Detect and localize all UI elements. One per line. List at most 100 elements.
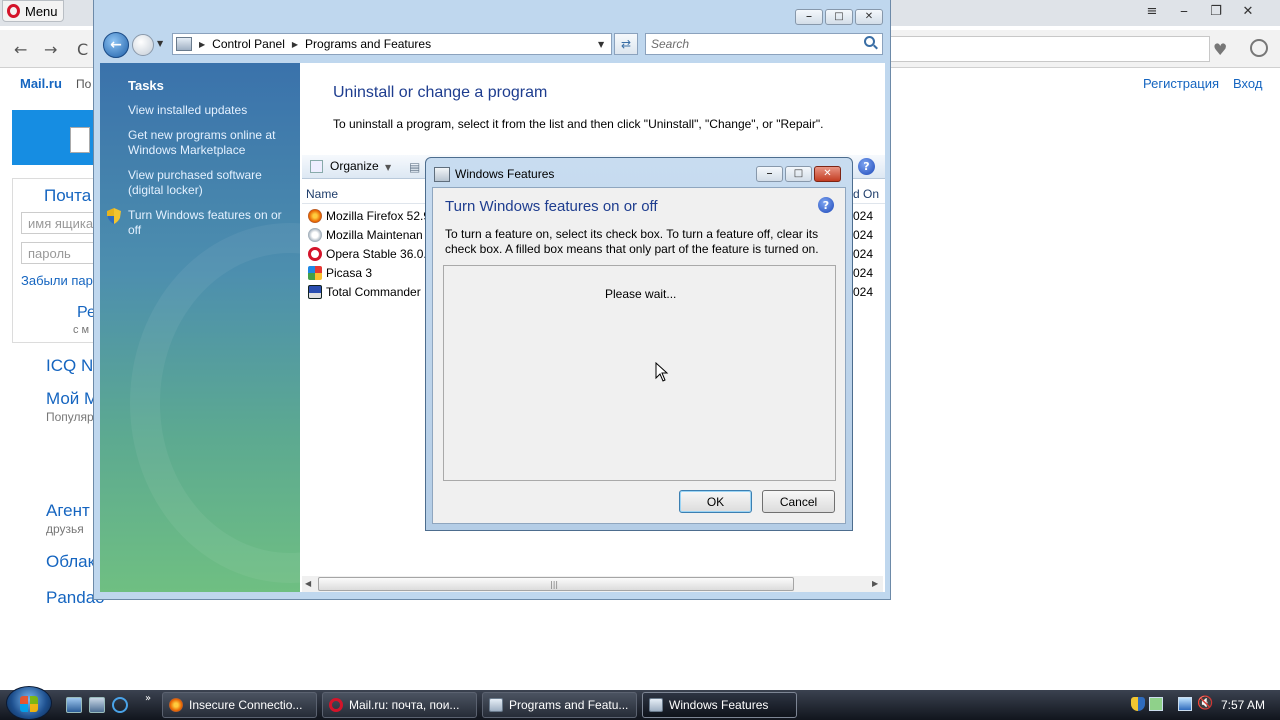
uac-shield-icon: [107, 208, 121, 224]
search-icon[interactable]: [864, 36, 875, 47]
volume-muted-tray-icon[interactable]: 🔇: [1197, 697, 1213, 711]
program-name: Total Commander: [326, 285, 421, 299]
opera-icon: [308, 247, 322, 261]
breadcrumb-separator-icon[interactable]: ▶: [199, 40, 205, 49]
quick-launch-more-icon[interactable]: »: [145, 693, 151, 704]
dialog-maximize-button[interactable]: □: [785, 166, 812, 182]
program-row[interactable]: Opera Stable 36.0.2: [308, 245, 426, 263]
control-panel-icon: [176, 37, 192, 51]
browser-tab-menu-icon[interactable]: ≡: [1136, 2, 1168, 20]
moy-mir-link[interactable]: Мой М: [46, 389, 98, 409]
help-icon[interactable]: ?: [858, 158, 875, 175]
firefox-icon: [169, 698, 183, 712]
dialog-minimize-button[interactable]: ⎯: [756, 166, 783, 182]
pf-maximize-button[interactable]: □: [825, 9, 853, 25]
dialog-caption-buttons: ⎯ □ ✕: [756, 166, 841, 182]
forgot-password-link[interactable]: Забыли пар: [21, 273, 93, 288]
views-icon[interactable]: ▤: [409, 160, 420, 174]
switch-windows-icon[interactable]: [89, 697, 105, 713]
agent-link[interactable]: Агент: [46, 501, 90, 521]
column-header-name[interactable]: Name: [306, 187, 338, 201]
internet-explorer-icon[interactable]: [112, 697, 128, 713]
dialog-title: Windows Features: [455, 167, 555, 181]
agent-subtitle: друзья: [46, 522, 84, 536]
opera-menu-button[interactable]: Menu: [2, 0, 64, 22]
taskbar-button-firefox[interactable]: Insecure Connectio...: [162, 692, 317, 718]
opera-logo-icon: [7, 4, 20, 18]
loading-status: Please wait...: [605, 287, 677, 301]
dialog-description: To turn a feature on, select its check b…: [445, 227, 819, 256]
opera-icon: [329, 698, 343, 712]
mail-password-input[interactable]: пароль: [21, 242, 101, 264]
browser-window-controls: ≡ ⎯ ❐ ✕: [1136, 2, 1264, 20]
pf-close-button[interactable]: ✕: [855, 9, 883, 25]
maintenance-service-icon: [308, 228, 322, 242]
opera-menu-label: Menu: [25, 3, 58, 19]
program-row[interactable]: Mozilla Maintenan: [308, 226, 426, 244]
dialog-help-icon[interactable]: ?: [818, 197, 834, 213]
address-dropdown-icon[interactable]: ▼: [598, 40, 604, 49]
oblako-link[interactable]: Облак: [46, 552, 95, 572]
dialog-heading: Turn Windows features on or off: [445, 198, 658, 215]
taskbar-button-programs-features[interactable]: Programs and Featu...: [482, 692, 637, 718]
taskbar-button-label: Windows Features: [669, 698, 769, 712]
dialog-close-button[interactable]: ✕: [814, 166, 841, 182]
taskbar-button-opera[interactable]: Mail.ru: почта, пои...: [322, 692, 477, 718]
digital-locker-link[interactable]: View purchased software (digital locker): [128, 168, 293, 198]
column-header-installed-on[interactable]: d On: [853, 187, 879, 201]
program-row[interactable]: Picasa 3: [308, 264, 426, 282]
back-button[interactable]: ←: [103, 32, 129, 58]
refresh-button[interactable]: ⇄: [614, 33, 638, 55]
cancel-button[interactable]: Cancel: [762, 490, 835, 513]
taskbar-button-windows-features[interactable]: Windows Features: [642, 692, 797, 718]
mailru-nav-link[interactable]: По: [76, 77, 91, 91]
breadcrumb-control-panel[interactable]: Control Panel: [212, 37, 285, 51]
network-tray-icon[interactable]: [1178, 697, 1192, 711]
heart-icon[interactable]: ♥: [1213, 40, 1227, 59]
browser-address-bar[interactable]: [890, 36, 1210, 62]
search-input[interactable]: Search: [645, 33, 883, 55]
mail-login-input[interactable]: имя ящика: [21, 212, 101, 234]
breadcrumb-separator-icon[interactable]: ▶: [292, 40, 298, 49]
scroll-right-icon[interactable]: ▶: [872, 579, 878, 588]
address-bar[interactable]: ▶ Control Panel ▶ Programs and Features: [172, 33, 612, 55]
browser-close-icon[interactable]: ✕: [1232, 2, 1264, 20]
control-panel-icon: [489, 698, 503, 712]
picasa-icon: [308, 266, 322, 280]
browser-restore-icon[interactable]: ❐: [1200, 2, 1232, 20]
program-row[interactable]: Mozilla Firefox 52.9: [308, 207, 426, 225]
pf-minimize-button[interactable]: ⎯: [795, 9, 823, 25]
security-shield-tray-icon[interactable]: [1131, 697, 1145, 711]
show-desktop-icon[interactable]: [66, 697, 82, 713]
browser-minimize-icon[interactable]: ⎯: [1168, 2, 1200, 20]
pf-caption-buttons: ⎯ □ ✕: [795, 9, 883, 25]
safely-remove-tray-icon[interactable]: [1149, 697, 1163, 711]
organize-icon[interactable]: [310, 160, 323, 173]
mailru-logo[interactable]: Mail.ru: [20, 76, 62, 91]
program-row[interactable]: Total Commander: [308, 283, 426, 301]
scroll-left-icon[interactable]: ◀: [305, 579, 311, 588]
broken-image-icon: [70, 127, 90, 153]
browser-back-icon[interactable]: ←: [14, 40, 27, 59]
taskbar-button-label: Programs and Featu...: [509, 698, 629, 712]
programs-description: To uninstall a program, select it from t…: [333, 117, 824, 131]
forward-button[interactable]: [132, 34, 154, 56]
browser-reload-icon[interactable]: C: [77, 40, 88, 59]
account-icon[interactable]: [1250, 39, 1268, 57]
login-link[interactable]: Вход: [1233, 76, 1262, 91]
taskbar-clock[interactable]: 7:57 AM: [1221, 698, 1265, 712]
breadcrumb-programs-features[interactable]: Programs and Features: [305, 37, 431, 51]
organize-dropdown-icon[interactable]: ▼: [385, 163, 391, 172]
moy-mir-subtitle: Популяр: [46, 410, 94, 424]
recent-pages-dropdown-icon[interactable]: ▼: [157, 39, 163, 48]
icq-link[interactable]: ICQ N: [46, 356, 93, 376]
windows-marketplace-link[interactable]: Get new programs online at Windows Marke…: [128, 128, 293, 158]
program-date: 024: [853, 228, 874, 242]
organize-button[interactable]: Organize: [330, 159, 379, 173]
view-installed-updates-link[interactable]: View installed updates: [128, 103, 293, 118]
tasks-title: Tasks: [128, 78, 164, 93]
turn-windows-features-link[interactable]: Turn Windows features on or off: [128, 208, 293, 238]
browser-forward-icon[interactable]: →: [44, 40, 57, 59]
registration-link[interactable]: Регистрация: [1143, 76, 1219, 91]
ok-button[interactable]: OK: [679, 490, 752, 513]
